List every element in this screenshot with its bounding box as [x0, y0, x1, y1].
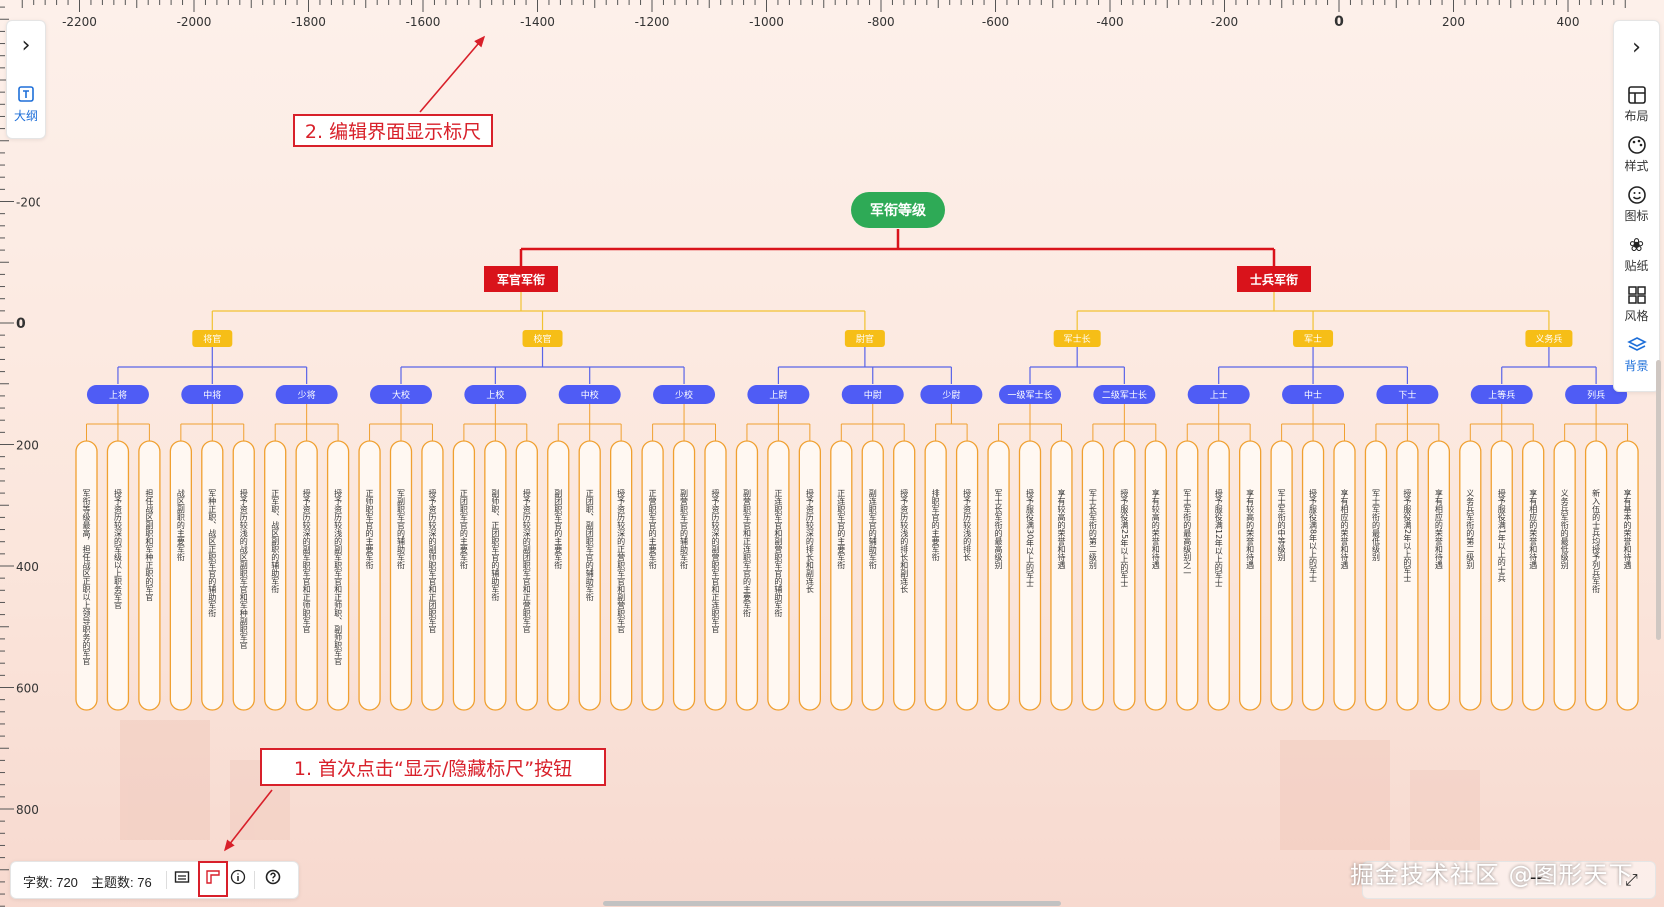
- watermark: 掘金技术社区 @图形天下: [1350, 861, 1634, 889]
- annotation-arrows: [224, 35, 486, 852]
- callout-step2: 2. 编辑界面显示标尺: [293, 114, 493, 147]
- arrow-to-ruler-button: [224, 789, 273, 852]
- vertical-scrollbar[interactable]: [1656, 360, 1661, 640]
- callout-step1: 1. 首次点击“显示/隐藏标尺”按钮: [260, 748, 606, 786]
- horizontal-scrollbar[interactable]: [603, 901, 1061, 906]
- arrow-to-top-ruler: [419, 35, 486, 113]
